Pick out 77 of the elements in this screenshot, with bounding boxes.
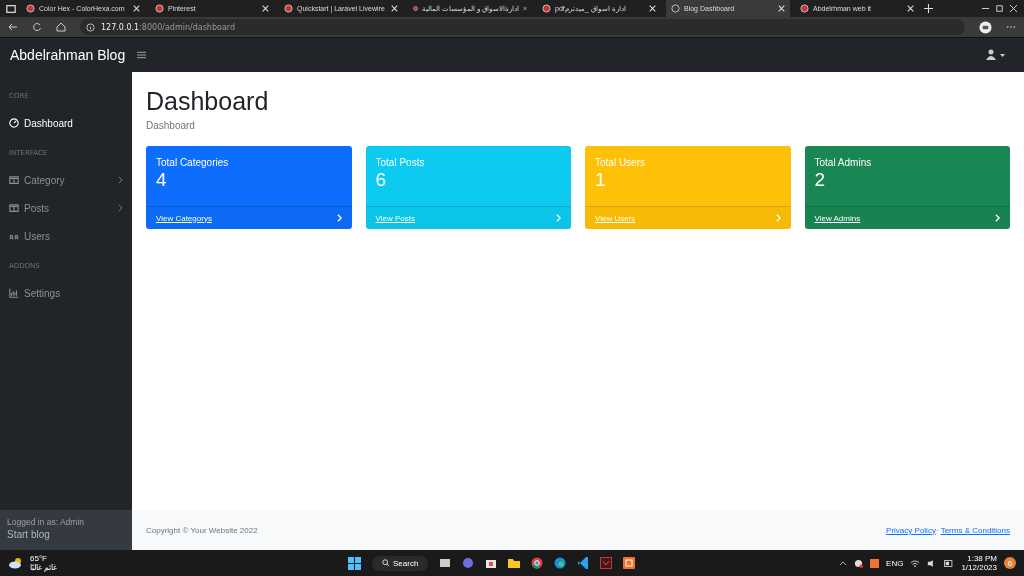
copyright: Copyright © Your Website 2022 (146, 525, 258, 535)
windows-icon[interactable] (348, 556, 361, 570)
card-value: 1 (594, 168, 607, 192)
brand-title[interactable]: Abdelrahman Blog (10, 47, 137, 63)
app-icon[interactable] (623, 557, 636, 569)
app-icon[interactable] (870, 558, 880, 568)
card-link[interactable]: View Categorys (156, 213, 212, 223)
chevron-icon (556, 214, 561, 222)
card-link[interactable]: View Admins (814, 213, 861, 223)
menu-icon[interactable] (137, 51, 146, 59)
page-icon (26, 4, 35, 13)
new-tab-icon[interactable] (924, 4, 933, 13)
task-view-icon[interactable] (439, 557, 452, 569)
close-icon[interactable] (133, 5, 140, 12)
code-editor-icon[interactable] (577, 557, 590, 569)
card-label: Total Admins (813, 156, 873, 168)
chevron-icon (775, 214, 781, 222)
search-button[interactable]: Search (372, 555, 429, 571)
battery-icon[interactable] (944, 559, 955, 567)
chevron-icon (336, 214, 342, 222)
page-icon (284, 4, 293, 13)
breadcrumb: Dashboard (146, 120, 196, 131)
sidebar-item[interactable]: Users (0, 222, 132, 250)
restore-icon[interactable] (995, 4, 1004, 13)
close-icon[interactable] (262, 5, 269, 12)
close-icon[interactable] (1009, 4, 1018, 13)
language-indicator[interactable]: ENG (886, 558, 904, 568)
caret-icon[interactable] (839, 560, 848, 566)
page-icon (671, 4, 680, 13)
more-icon[interactable] (1006, 25, 1016, 29)
close-icon[interactable] (649, 5, 656, 12)
card-label: Total Users (594, 156, 646, 168)
sidebar-item[interactable]: Posts (0, 194, 132, 222)
footer-link[interactable]: Terms & Conditions (940, 525, 1010, 535)
gauge-icon (9, 118, 19, 128)
card-label: Total Categories (155, 156, 230, 168)
card-value: 4 (155, 168, 168, 192)
cloud-icon[interactable] (8, 557, 24, 569)
footer-link[interactable]: Privacy Policy (886, 525, 936, 535)
sidebar-item[interactable]: Settings (0, 279, 132, 307)
clock[interactable]: 1:38 PM 1/12/2023 (961, 554, 997, 572)
chart-icon (9, 288, 19, 298)
reload-icon[interactable] (32, 22, 42, 32)
user-menu-icon[interactable] (986, 49, 1006, 61)
temperature: 65°F (30, 554, 48, 563)
profile-icon[interactable] (979, 20, 992, 34)
close-icon[interactable] (907, 5, 914, 12)
chat-icon[interactable] (462, 557, 475, 569)
home-icon[interactable] (56, 22, 66, 32)
page-title: Dashboard (146, 86, 270, 116)
address-field[interactable]: 127.0.0.1:8000/admin/dashboard (80, 19, 965, 35)
separator: · (935, 525, 939, 535)
sidebar-item[interactable]: Dashboard (0, 109, 132, 137)
sidebar-item[interactable]: Category (0, 166, 132, 194)
chevron-icon (995, 214, 1000, 222)
wifi-icon[interactable] (910, 558, 921, 568)
page-icon (542, 4, 551, 13)
folder-icon[interactable] (508, 557, 521, 569)
page-icon (413, 4, 419, 13)
tab-actions-icon[interactable] (6, 3, 16, 14)
page-icon (155, 4, 164, 13)
columns-icon (9, 175, 19, 185)
login-status: Logged in as: Admin (7, 517, 86, 527)
close-icon[interactable] (391, 5, 398, 12)
search-icon (382, 559, 390, 567)
info-icon (86, 22, 95, 32)
store-icon[interactable] (485, 557, 498, 569)
columns-icon (9, 203, 19, 213)
weather-text: غائم غالبًا (30, 563, 58, 572)
back-icon[interactable] (8, 22, 18, 32)
card-value: 2 (813, 168, 827, 192)
page-icon (800, 4, 809, 13)
login-note: Start blog (7, 529, 51, 540)
cloud-icon[interactable] (854, 558, 864, 568)
card-value: 6 (374, 168, 388, 192)
card-label: Total Posts (374, 156, 426, 168)
close-icon[interactable] (778, 5, 785, 12)
